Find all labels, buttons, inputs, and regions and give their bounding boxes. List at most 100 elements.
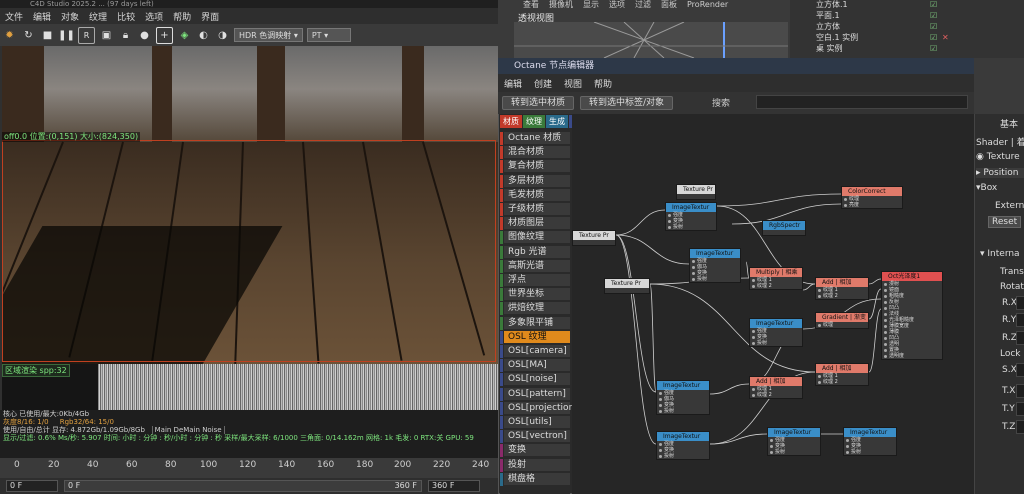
node-pin[interactable]: 纹理 2: [816, 379, 868, 385]
ne-menu-help[interactable]: 帮助: [588, 77, 618, 90]
palette-item[interactable]: 投射: [500, 458, 570, 472]
palette-item[interactable]: 棋盘格: [500, 472, 570, 486]
graph-node[interactable]: ImageTextur 强度 变换 投射: [665, 202, 717, 231]
channel-icon[interactable]: ◐: [196, 28, 211, 43]
perspective-viewport[interactable]: [514, 22, 788, 58]
graph-node[interactable]: Texture Pr: [572, 230, 616, 246]
graph-node[interactable]: Texture Pr: [604, 278, 650, 294]
palette-item[interactable]: OSL[utils]: [500, 416, 570, 429]
goto-selected-tag-button[interactable]: 转到选中标签/对象: [580, 96, 674, 110]
timeline-ruler[interactable]: 0 20 40 60 80 100 120 140 160 180 200 22…: [0, 458, 498, 478]
palette-item[interactable]: Octane 材质: [500, 132, 570, 145]
object-row[interactable]: 桌 实例 ☑: [790, 44, 1024, 54]
disable-icon[interactable]: ✕: [942, 33, 949, 43]
end-frame-field[interactable]: 360 F: [428, 480, 480, 492]
vp-menu-panel[interactable]: 面板: [656, 0, 682, 9]
palette-item[interactable]: 混合材质: [500, 146, 570, 160]
menu-file[interactable]: 文件: [0, 10, 28, 23]
internal-group[interactable]: ▾ Interna: [980, 249, 1020, 259]
check-icon[interactable]: ☑: [930, 44, 937, 54]
palette-item[interactable]: 子级材质: [500, 203, 570, 216]
category-tab[interactable]: 纹理: [523, 115, 545, 128]
node-pin[interactable]: 投射: [657, 408, 709, 414]
graph-node[interactable]: Add | 相加 纹理 1 纹理 2: [815, 363, 869, 386]
node-pin[interactable]: 纹理 2: [750, 392, 802, 398]
rz-field[interactable]: [1016, 331, 1024, 345]
vp-menu-filter[interactable]: 过滤: [630, 0, 656, 9]
node-pin[interactable]: 纹理 2: [750, 283, 802, 289]
position-group[interactable]: ▸ Position: [976, 168, 1024, 178]
check-icon[interactable]: ☑: [930, 22, 937, 32]
graph-node[interactable]: ImageTextur强度伽马变换投射: [656, 380, 710, 415]
sx-field[interactable]: [1016, 363, 1024, 377]
vp-menu-options[interactable]: 选项: [604, 0, 630, 9]
graph-node[interactable]: Add | 相加 纹理 1 纹理 2: [749, 376, 803, 399]
menu-interface[interactable]: 界面: [196, 10, 224, 23]
object-row[interactable]: 立方体.1 ☑: [790, 0, 1024, 10]
check-icon[interactable]: ☑: [930, 33, 937, 43]
object-row[interactable]: 立方体 ☑: [790, 22, 1024, 32]
box-group[interactable]: ▾Box: [976, 183, 997, 193]
palette-item[interactable]: Rgb 光谱: [500, 245, 570, 259]
graph-node[interactable]: ColorCorrect 纹理 亮度: [841, 186, 903, 209]
menu-options[interactable]: 选项: [140, 10, 168, 23]
attr-tab-basic[interactable]: 基本: [1000, 117, 1018, 130]
graph-node[interactable]: Multiply | 相乘 纹理 1 纹理 2: [749, 267, 803, 290]
menu-texture[interactable]: 纹理: [84, 10, 112, 23]
palette-item[interactable]: OSL[vectron]: [500, 430, 570, 444]
render-region-icon[interactable]: R: [78, 26, 95, 44]
ty-field[interactable]: [1016, 402, 1024, 416]
refresh-icon[interactable]: ↻: [21, 28, 36, 43]
menu-compare[interactable]: 比较: [112, 10, 140, 23]
check-icon[interactable]: ☑: [930, 0, 937, 10]
palette-item[interactable]: 材质图层: [500, 217, 570, 231]
node-pin[interactable]: 纹理 2: [816, 293, 868, 299]
vp-menu-view[interactable]: 查看: [518, 0, 544, 9]
ne-menu-edit[interactable]: 编辑: [498, 77, 528, 90]
graph-node[interactable]: ImageTextur强度伽马变换投射: [689, 248, 741, 283]
node-pin[interactable]: 亮度: [842, 202, 902, 208]
node-pin[interactable]: 纹理: [816, 322, 868, 328]
graph-node[interactable]: RgbSpectr: [762, 220, 806, 236]
palette-item[interactable]: OSL[projection]: [500, 401, 578, 415]
palette-item[interactable]: 高斯光谱: [500, 259, 570, 273]
palette-item[interactable]: OSL[camera]: [500, 345, 570, 358]
tz-field[interactable]: [1016, 420, 1024, 434]
graph-node[interactable]: Oct光泽度1 漫射 镜面 粗糙度 反射 凹凸 法线 光泽粗糙度 薄膜宽度 薄膜 凹凸 透明 置换 透明度: [881, 271, 943, 360]
goto-selected-material-button[interactable]: 转到选中材质: [502, 96, 575, 110]
node-pin[interactable]: 投射: [844, 449, 896, 455]
kernel-mode-select[interactable]: PT ▾: [306, 28, 351, 42]
palette-item[interactable]: 图像纹理: [500, 231, 570, 245]
palette-item[interactable]: OSL 纹理: [500, 330, 570, 344]
palette-item[interactable]: 变换: [500, 444, 570, 458]
graph-node[interactable]: Add | 相加 纹理 1 纹理 2: [815, 277, 869, 300]
node-pin[interactable]: 投射: [666, 224, 716, 230]
search-input[interactable]: [756, 95, 968, 109]
rx-field[interactable]: [1016, 296, 1024, 310]
palette-item[interactable]: OSL[MA]: [500, 359, 570, 373]
palette-item[interactable]: 烘焙纹理: [500, 302, 570, 316]
vp-menu-camera[interactable]: 摄像机: [544, 0, 578, 9]
graph-node[interactable]: ImageTextur 强度 变换 投射: [843, 427, 897, 456]
start-frame-field[interactable]: 0 F: [6, 480, 58, 492]
node-pin[interactable]: 投射: [768, 449, 820, 455]
vp-menu-display[interactable]: 显示: [578, 0, 604, 9]
color-picker-icon[interactable]: ◈: [177, 28, 192, 43]
node-pin[interactable]: 透明度: [882, 353, 942, 359]
category-tab[interactable]: 生成: [546, 115, 568, 128]
check-icon[interactable]: ☑: [930, 11, 937, 21]
hdr-tonemap-select[interactable]: HDR 色调映射 ▾: [234, 28, 303, 42]
sphere-icon[interactable]: ●: [137, 28, 152, 43]
object-row[interactable]: 空白.1 实例 ☑ ✕: [790, 33, 1024, 43]
palette-item[interactable]: OSL[noise]: [500, 373, 570, 387]
render-image[interactable]: [2, 46, 498, 364]
tx-field[interactable]: [1016, 384, 1024, 398]
graph-node[interactable]: Gradient | 渐变 纹理: [815, 312, 869, 329]
graph-node[interactable]: Texture Pr: [676, 184, 716, 200]
palette-item[interactable]: 世界坐标: [500, 288, 570, 302]
gear-icon[interactable]: ✹: [2, 28, 17, 43]
menu-object[interactable]: 对象: [56, 10, 84, 23]
palette-item[interactable]: 复合材质: [500, 160, 570, 174]
pause-icon[interactable]: ❚❚: [58, 28, 75, 43]
menu-help[interactable]: 帮助: [168, 10, 196, 23]
